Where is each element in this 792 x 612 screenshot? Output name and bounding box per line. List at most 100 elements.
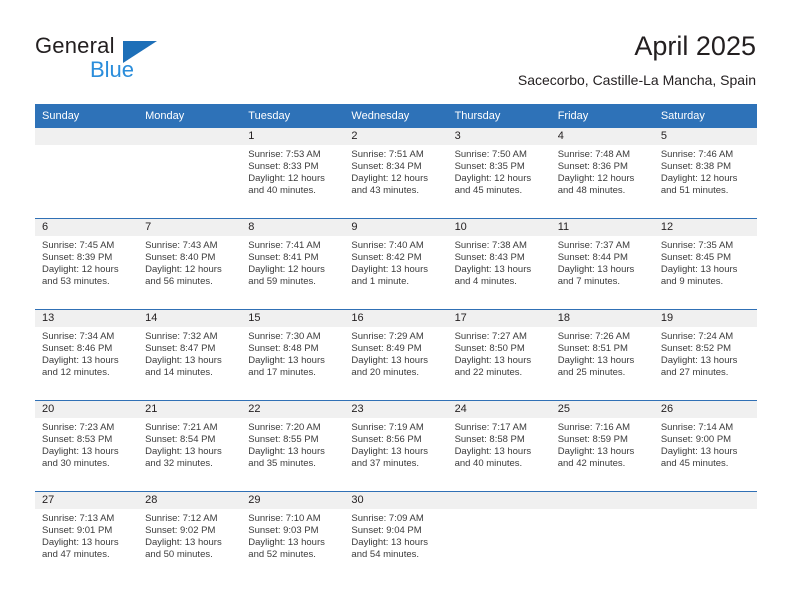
day-details: Sunrise: 7:19 AM Sunset: 8:56 PM Daylight:… xyxy=(344,418,447,470)
calendar-cell-inner: 15 Sunrise: 7:30 AM Sunset: 8:48 PM Dayligh… xyxy=(241,310,345,400)
day-number: 15 xyxy=(241,310,345,327)
calendar-day-cell[interactable]: 14 Sunrise: 7:32 AM Sunset: 8:47 PM Dayligh… xyxy=(138,309,242,401)
calendar-cell-inner: 21 Sunrise: 7:21 AM Sunset: 8:54 PM Dayligh… xyxy=(138,401,242,491)
day-number: 30 xyxy=(344,492,448,509)
calendar-day-cell[interactable]: 11 Sunrise: 7:37 AM Sunset: 8:44 PM Dayligh… xyxy=(550,218,654,310)
calendar-day-cell[interactable]: 8 Sunrise: 7:41 AM Sunset: 8:41 PM Daylight… xyxy=(241,218,345,310)
daylight-text-line1: Daylight: 13 hours xyxy=(557,446,635,458)
weekday-header-row: Sunday Monday Tuesday Wednesday Thursday… xyxy=(35,104,757,128)
day-details: Sunrise: 7:34 AM Sunset: 8:46 PM Daylight:… xyxy=(35,327,138,379)
calendar-day-cell[interactable]: 13 Sunrise: 7:34 AM Sunset: 8:46 PM Dayligh… xyxy=(35,309,139,401)
calendar-cell-inner: 2 Sunrise: 7:51 AM Sunset: 8:34 PM Daylight… xyxy=(344,128,448,218)
calendar-cell-inner: 23 Sunrise: 7:19 AM Sunset: 8:56 PM Dayligh… xyxy=(344,401,448,491)
calendar-cell-inner: 16 Sunrise: 7:29 AM Sunset: 8:49 PM Dayligh… xyxy=(344,310,448,400)
calendar-day-cell[interactable]: 26 Sunrise: 7:14 AM Sunset: 9:00 PM Dayligh… xyxy=(653,400,757,492)
calendar-day-cell[interactable]: 15 Sunrise: 7:30 AM Sunset: 8:48 PM Dayligh… xyxy=(241,309,345,401)
calendar-day-cell[interactable]: 9 Sunrise: 7:40 AM Sunset: 8:42 PM Daylight… xyxy=(344,218,448,310)
daylight-text-line1: Daylight: 13 hours xyxy=(248,537,325,549)
calendar-day-cell[interactable]: 19 Sunrise: 7:24 AM Sunset: 8:52 PM Dayligh… xyxy=(653,309,757,401)
day-details: Sunrise: 7:26 AM Sunset: 8:51 PM Daylight:… xyxy=(551,327,654,379)
calendar-day-cell[interactable]: 5 Sunrise: 7:46 AM Sunset: 8:38 PM Daylight… xyxy=(653,128,757,219)
daylight-text-line2: and 53 minutes. xyxy=(42,276,110,288)
sunrise-text: Sunrise: 7:48 AM xyxy=(557,149,631,160)
calendar-day-cell[interactable]: 16 Sunrise: 7:29 AM Sunset: 8:49 PM Dayligh… xyxy=(344,309,448,401)
daylight-text-line2: and 30 minutes. xyxy=(42,458,110,470)
calendar-day-cell[interactable]: 18 Sunrise: 7:26 AM Sunset: 8:51 PM Dayligh… xyxy=(550,309,654,401)
calendar-week-row: 6 Sunrise: 7:45 AM Sunset: 8:39 PM Daylight… xyxy=(35,218,757,310)
daylight-text-line2: and 22 minutes. xyxy=(454,367,523,379)
day-number: 9 xyxy=(344,219,448,236)
sunset-text: Sunset: 8:58 PM xyxy=(454,434,525,446)
sunset-text: Sunset: 8:49 PM xyxy=(351,343,422,355)
calendar-cell-inner xyxy=(35,128,139,218)
daylight-text-line2: and 4 minutes. xyxy=(454,276,517,288)
sunrise-text: Sunrise: 7:16 AM xyxy=(557,422,631,433)
sunrise-text: Sunrise: 7:26 AM xyxy=(557,331,631,342)
daylight-text-line1: Daylight: 12 hours xyxy=(557,173,635,185)
day-number: 20 xyxy=(35,401,139,418)
sunset-text: Sunset: 8:56 PM xyxy=(351,434,422,446)
calendar-day-cell[interactable]: 12 Sunrise: 7:35 AM Sunset: 8:45 PM Dayligh… xyxy=(653,218,757,310)
brand-logo[interactable]: General Blue xyxy=(35,33,215,85)
sunrise-text: Sunrise: 7:35 AM xyxy=(660,240,734,251)
calendar-day-cell[interactable]: 20 Sunrise: 7:23 AM Sunset: 8:53 PM Dayligh… xyxy=(35,400,139,492)
day-number: 8 xyxy=(241,219,345,236)
day-number xyxy=(447,492,551,509)
day-details: Sunrise: 7:27 AM Sunset: 8:50 PM Daylight:… xyxy=(448,327,551,379)
calendar-day-cell[interactable]: 7 Sunrise: 7:43 AM Sunset: 8:40 PM Daylight… xyxy=(138,218,242,310)
calendar-day-cell[interactable]: 2 Sunrise: 7:51 AM Sunset: 8:34 PM Daylight… xyxy=(344,128,448,219)
daylight-text-line2: and 27 minutes. xyxy=(660,367,729,379)
calendar-day-cell[interactable]: 3 Sunrise: 7:50 AM Sunset: 8:35 PM Daylight… xyxy=(447,128,551,219)
calendar-day-cell[interactable]: 4 Sunrise: 7:48 AM Sunset: 8:36 PM Daylight… xyxy=(550,128,654,219)
day-details: Sunrise: 7:17 AM Sunset: 8:58 PM Daylight:… xyxy=(448,418,551,470)
calendar-cell-inner: 30 Sunrise: 7:09 AM Sunset: 9:04 PM Dayligh… xyxy=(344,492,448,582)
daylight-text-line2: and 45 minutes. xyxy=(660,458,729,470)
calendar-cell-inner: 13 Sunrise: 7:34 AM Sunset: 8:46 PM Dayligh… xyxy=(35,310,139,400)
calendar-cell-empty xyxy=(653,491,757,582)
calendar-cell-inner: 14 Sunrise: 7:32 AM Sunset: 8:47 PM Dayligh… xyxy=(138,310,242,400)
daylight-text-line1: Daylight: 13 hours xyxy=(454,264,532,276)
sunrise-text: Sunrise: 7:37 AM xyxy=(557,240,631,251)
calendar-cell-empty xyxy=(138,128,242,219)
calendar-day-cell[interactable]: 29 Sunrise: 7:10 AM Sunset: 9:03 PM Dayligh… xyxy=(241,491,345,582)
calendar-day-cell[interactable]: 22 Sunrise: 7:20 AM Sunset: 8:55 PM Dayligh… xyxy=(241,400,345,492)
daylight-text-line1: Daylight: 13 hours xyxy=(351,446,428,458)
daylight-text-line2: and 48 minutes. xyxy=(557,185,626,197)
day-details: Sunrise: 7:41 AM Sunset: 8:41 PM Daylight:… xyxy=(241,236,344,288)
sunrise-text: Sunrise: 7:30 AM xyxy=(248,331,321,342)
calendar-day-cell[interactable]: 6 Sunrise: 7:45 AM Sunset: 8:39 PM Daylight… xyxy=(35,218,139,310)
calendar-day-cell[interactable]: 24 Sunrise: 7:17 AM Sunset: 8:58 PM Dayligh… xyxy=(447,400,551,492)
calendar-day-cell[interactable]: 17 Sunrise: 7:27 AM Sunset: 8:50 PM Dayligh… xyxy=(447,309,551,401)
daylight-text-line1: Daylight: 12 hours xyxy=(351,173,428,185)
calendar-table: Sunday Monday Tuesday Wednesday Thursday… xyxy=(35,104,757,582)
day-details: Sunrise: 7:20 AM Sunset: 8:55 PM Daylight:… xyxy=(241,418,344,470)
sunset-text: Sunset: 8:40 PM xyxy=(145,252,216,264)
daylight-text-line1: Daylight: 13 hours xyxy=(42,537,119,549)
sunrise-text: Sunrise: 7:12 AM xyxy=(145,513,218,524)
sunset-text: Sunset: 8:34 PM xyxy=(351,161,422,173)
day-number: 5 xyxy=(653,128,757,145)
sunrise-text: Sunrise: 7:40 AM xyxy=(351,240,424,251)
calendar-day-cell[interactable]: 1 Sunrise: 7:53 AM Sunset: 8:33 PM Daylight… xyxy=(241,128,345,219)
calendar-day-cell[interactable]: 30 Sunrise: 7:09 AM Sunset: 9:04 PM Dayligh… xyxy=(344,491,448,582)
day-number: 13 xyxy=(35,310,139,327)
calendar-day-cell[interactable]: 27 Sunrise: 7:13 AM Sunset: 9:01 PM Dayligh… xyxy=(35,491,139,582)
sunrise-text: Sunrise: 7:51 AM xyxy=(351,149,424,160)
weekday-header-saturday: Saturday xyxy=(653,104,757,128)
day-details: Sunrise: 7:24 AM Sunset: 8:52 PM Daylight:… xyxy=(654,327,757,379)
sunset-text: Sunset: 8:41 PM xyxy=(248,252,319,264)
sunset-text: Sunset: 9:03 PM xyxy=(248,525,319,537)
sunset-text: Sunset: 9:02 PM xyxy=(145,525,216,537)
calendar-day-cell[interactable]: 21 Sunrise: 7:21 AM Sunset: 8:54 PM Dayligh… xyxy=(138,400,242,492)
daylight-text-line2: and 42 minutes. xyxy=(557,458,626,470)
calendar-day-cell[interactable]: 10 Sunrise: 7:38 AM Sunset: 8:43 PM Dayligh… xyxy=(447,218,551,310)
calendar-cell-inner: 4 Sunrise: 7:48 AM Sunset: 8:36 PM Daylight… xyxy=(550,128,654,218)
calendar-day-cell[interactable]: 28 Sunrise: 7:12 AM Sunset: 9:02 PM Dayligh… xyxy=(138,491,242,582)
calendar-cell-inner xyxy=(653,492,757,582)
daylight-text-line1: Daylight: 13 hours xyxy=(145,355,222,367)
sunset-text: Sunset: 9:04 PM xyxy=(351,525,422,537)
calendar-cell-inner: 5 Sunrise: 7:46 AM Sunset: 8:38 PM Daylight… xyxy=(653,128,757,218)
calendar-day-cell[interactable]: 25 Sunrise: 7:16 AM Sunset: 8:59 PM Dayligh… xyxy=(550,400,654,492)
calendar-day-cell[interactable]: 23 Sunrise: 7:19 AM Sunset: 8:56 PM Dayligh… xyxy=(344,400,448,492)
daylight-text-line1: Daylight: 12 hours xyxy=(42,264,119,276)
